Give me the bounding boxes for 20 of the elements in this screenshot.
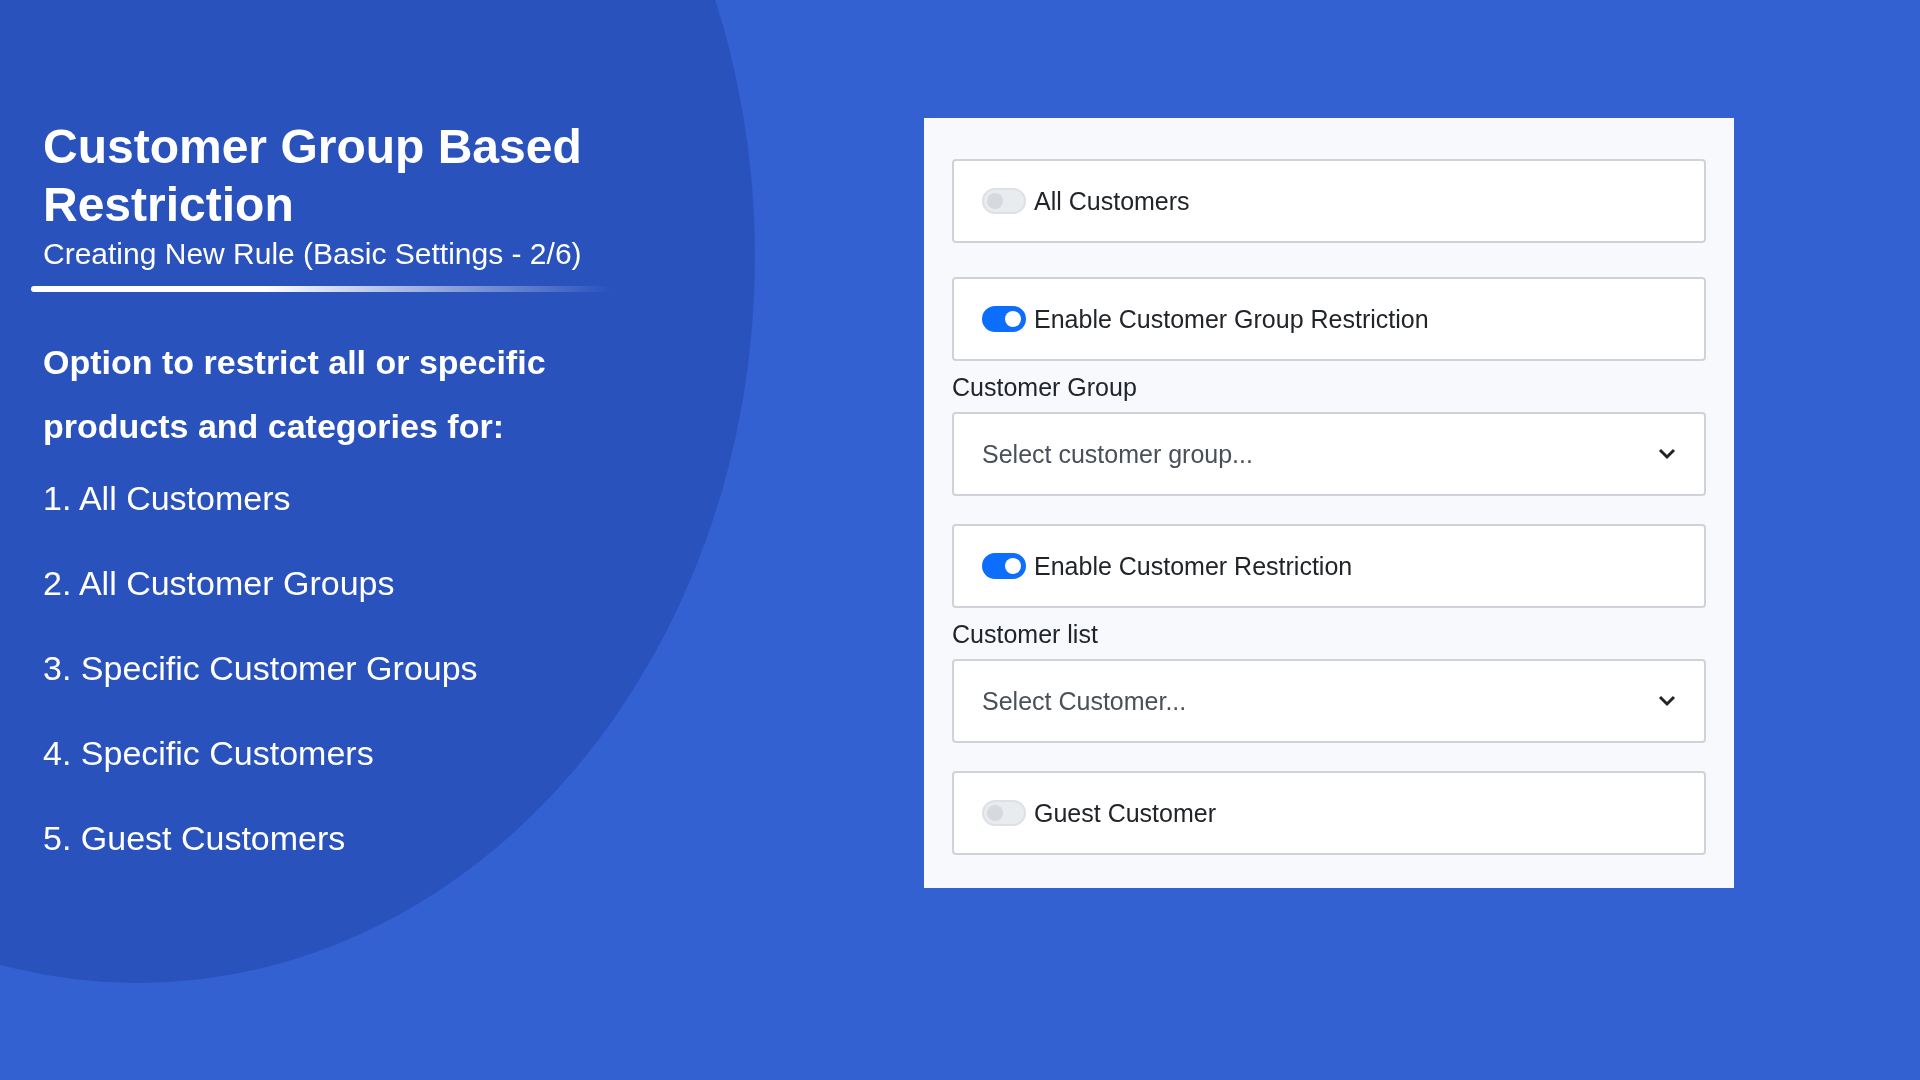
chevron-down-icon — [1658, 695, 1676, 707]
toggle-label: Enable Customer Group Restriction — [1034, 304, 1429, 334]
option-item: 3. Specific Customer Groups — [43, 648, 479, 688]
field-label: Customer Group — [952, 373, 1138, 402]
chevron-down-icon — [1658, 448, 1676, 460]
option-item: 4. Specific Customers — [43, 733, 375, 773]
toggle-switch[interactable] — [982, 553, 1026, 579]
slide-subtitle: Creating New Rule (Basic Settings - 2/6) — [43, 236, 583, 272]
toggle-switch[interactable] — [982, 306, 1026, 332]
field-label: Customer list — [952, 620, 1099, 649]
intro-text: Option to restrict all or specific products and categories for: — [43, 342, 547, 447]
toggle-label: Guest Customer — [1034, 798, 1216, 828]
select-field[interactable]: Select Customer... — [952, 659, 1706, 743]
toggle-label: Enable Customer Restriction — [1034, 551, 1353, 581]
option-item: 5. Guest Customers — [43, 818, 347, 858]
slide-title: Customer Group Based Restriction — [43, 119, 583, 233]
select-field[interactable]: Select customer group... — [952, 412, 1706, 496]
option-item: 2. All Customer Groups — [43, 563, 396, 603]
toggle-label: All Customers — [1034, 186, 1190, 216]
option-item: 1. All Customers — [43, 478, 292, 518]
